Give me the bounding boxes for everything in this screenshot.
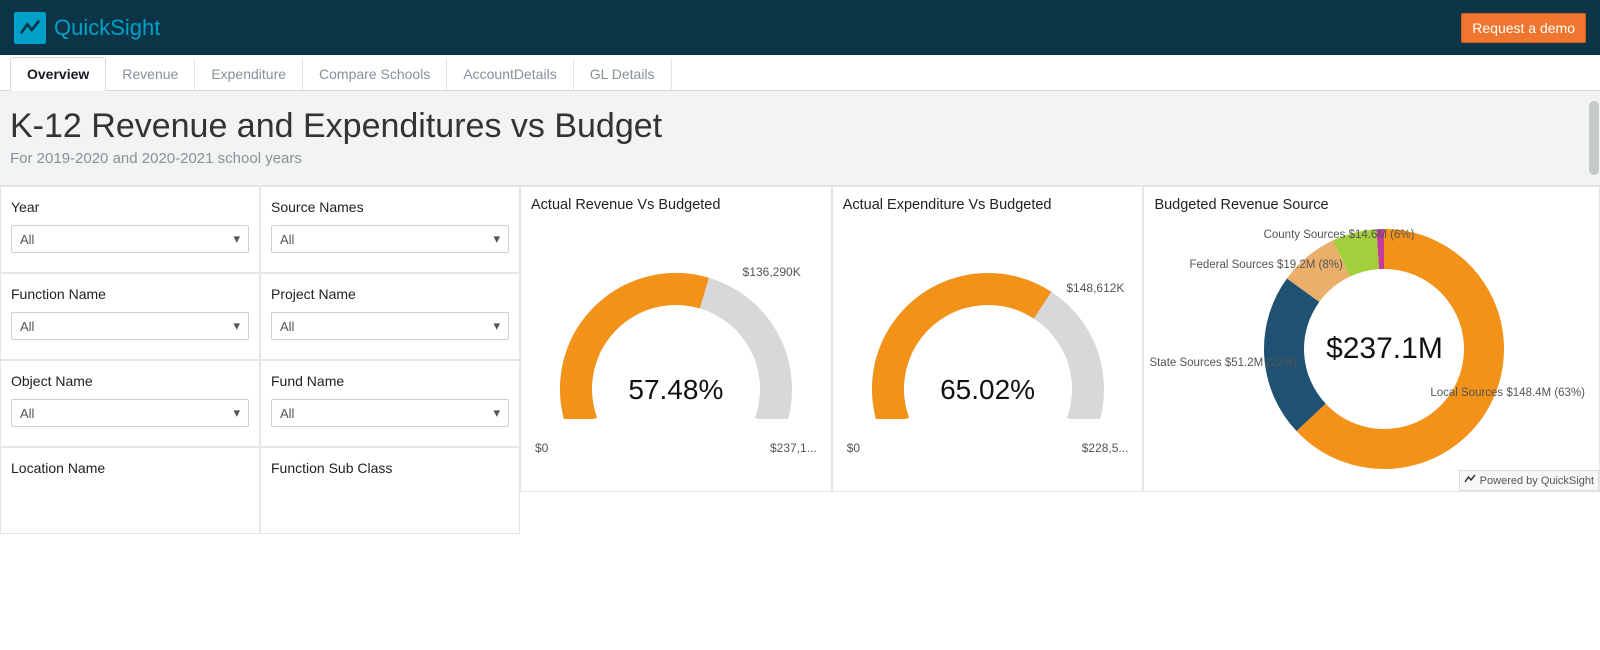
top-bar: QuickSight Request a demo: [0, 0, 1600, 55]
filter-function-name-label: Function Name: [11, 286, 249, 302]
filters-grid: Year All ▾ Source Names All ▾ Function N…: [0, 186, 520, 492]
chevron-down-icon: ▾: [493, 231, 500, 247]
filter-location-name-label: Location Name: [11, 460, 249, 476]
filter-source-names-label: Source Names: [271, 199, 509, 215]
gauge-expenditure-max: $228,5...: [1082, 441, 1129, 455]
quicksight-logo-icon: [14, 12, 46, 44]
title-block: K-12 Revenue and Expenditures vs Budget …: [0, 91, 1600, 186]
tab-gl-details[interactable]: GL Details: [574, 58, 672, 90]
gauge-revenue: $136,290K 57.48% $0 $237,1...: [531, 219, 821, 459]
filter-function-sub-class-label: Function Sub Class: [271, 460, 509, 476]
donut-center-total: $237.1M: [1326, 332, 1443, 366]
filter-object-name-label: Object Name: [11, 373, 249, 389]
chevron-down-icon: ▾: [233, 405, 240, 421]
powered-by-label: Powered by QuickSight: [1480, 475, 1594, 487]
filter-source-names-dropdown[interactable]: All ▾: [271, 225, 509, 253]
filter-year-dropdown[interactable]: All ▾: [11, 225, 249, 253]
gauge-revenue-percent: 57.48%: [531, 374, 821, 406]
tab-overview[interactable]: Overview: [10, 57, 106, 91]
content-row: Year All ▾ Source Names All ▾ Function N…: [0, 186, 1600, 492]
donut-revenue-source: $237.1M County Sources $14.6M (6%) Feder…: [1154, 219, 1589, 479]
panel-title-revenue: Actual Revenue Vs Budgeted: [531, 197, 821, 213]
chevron-down-icon: ▾: [493, 405, 500, 421]
gauge-expenditure: $148,612K 65.02% $0 $228,5...: [843, 219, 1133, 459]
filter-fund-name-dropdown[interactable]: All ▾: [271, 399, 509, 427]
gauge-revenue-value-label: $136,290K: [743, 265, 801, 279]
donut-label-state: State Sources $51.2M (22%): [1149, 357, 1249, 370]
filter-project-name-label: Project Name: [271, 286, 509, 302]
gauge-revenue-min: $0: [535, 441, 548, 455]
tab-compare-schools[interactable]: Compare Schools: [303, 58, 447, 90]
tab-revenue[interactable]: Revenue: [106, 58, 195, 90]
tab-bar: Overview Revenue Expenditure Compare Sch…: [0, 55, 1600, 91]
filter-location-name: Location Name: [0, 447, 260, 534]
donut-label-local: Local Sources $148.4M (63%): [1430, 387, 1585, 400]
panel-actual-expenditure-gauge: Actual Expenditure Vs Budgeted $148,612K…: [832, 186, 1144, 492]
panel-actual-revenue-gauge: Actual Revenue Vs Budgeted $136,290K 57.…: [520, 186, 832, 492]
gauge-expenditure-value-label: $148,612K: [1066, 281, 1124, 295]
panel-title-expenditure: Actual Expenditure Vs Budgeted: [843, 197, 1133, 213]
filter-year: Year All ▾: [0, 186, 260, 273]
filter-source-names: Source Names All ▾: [260, 186, 520, 273]
gauge-revenue-max: $237,1...: [770, 441, 817, 455]
filter-fund-name-value: All: [280, 406, 294, 421]
tab-account-details[interactable]: AccountDetails: [447, 58, 573, 90]
filter-object-name-dropdown[interactable]: All ▾: [11, 399, 249, 427]
filter-function-name: Function Name All ▾: [0, 273, 260, 360]
filter-function-name-value: All: [20, 319, 34, 334]
page-title: K-12 Revenue and Expenditures vs Budget: [10, 107, 1590, 146]
gauge-expenditure-percent: 65.02%: [843, 374, 1133, 406]
panel-title-revenue-source: Budgeted Revenue Source: [1154, 197, 1589, 213]
powered-by-badge: Powered by QuickSight: [1459, 470, 1599, 491]
filter-function-name-dropdown[interactable]: All ▾: [11, 312, 249, 340]
quicksight-mini-icon: [1464, 473, 1476, 488]
filter-year-value: All: [20, 232, 34, 247]
chevron-down-icon: ▾: [233, 231, 240, 247]
donut-label-county: County Sources $14.6M (6%): [1254, 229, 1414, 242]
filter-source-names-value: All: [280, 232, 294, 247]
filter-project-name: Project Name All ▾: [260, 273, 520, 360]
tab-expenditure[interactable]: Expenditure: [195, 58, 303, 90]
filter-fund-name-label: Fund Name: [271, 373, 509, 389]
filter-function-sub-class: Function Sub Class: [260, 447, 520, 534]
filter-project-name-value: All: [280, 319, 294, 334]
filter-object-name: Object Name All ▾: [0, 360, 260, 447]
panel-budgeted-revenue-source: Budgeted Revenue Source $237.1M County S…: [1143, 186, 1600, 492]
gauge-expenditure-min: $0: [847, 441, 860, 455]
filter-fund-name: Fund Name All ▾: [260, 360, 520, 447]
brand-name: QuickSight: [54, 15, 160, 41]
scrollbar-thumb[interactable]: [1589, 101, 1599, 175]
filter-object-name-value: All: [20, 406, 34, 421]
chevron-down-icon: ▾: [233, 318, 240, 334]
donut-label-federal: Federal Sources $19.2M (8%): [1189, 259, 1329, 272]
filter-project-name-dropdown[interactable]: All ▾: [271, 312, 509, 340]
brand: QuickSight: [14, 12, 160, 44]
page-subtitle: For 2019-2020 and 2020-2021 school years: [10, 150, 1590, 167]
filter-year-label: Year: [11, 199, 249, 215]
request-demo-button[interactable]: Request a demo: [1461, 13, 1586, 43]
chevron-down-icon: ▾: [493, 318, 500, 334]
